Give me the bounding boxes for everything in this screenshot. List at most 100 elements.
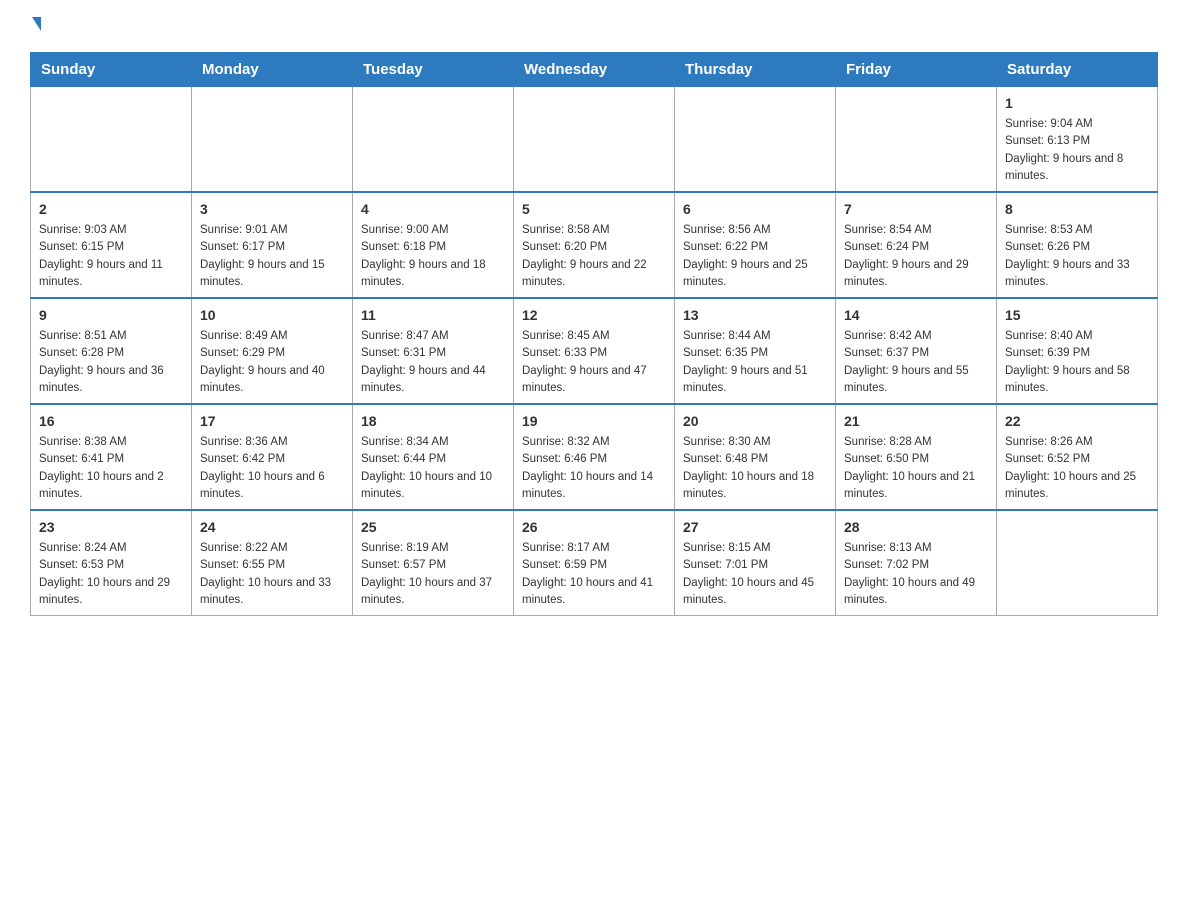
calendar-cell: 1Sunrise: 9:04 AM Sunset: 6:13 PM Daylig… <box>997 87 1158 193</box>
day-info: Sunrise: 8:22 AM Sunset: 6:55 PM Dayligh… <box>200 540 344 609</box>
calendar-cell: 26Sunrise: 8:17 AM Sunset: 6:59 PM Dayli… <box>514 510 675 616</box>
day-number: 28 <box>844 517 988 538</box>
day-of-week-header: Saturday <box>997 53 1158 87</box>
calendar-cell: 14Sunrise: 8:42 AM Sunset: 6:37 PM Dayli… <box>836 298 997 404</box>
day-number: 18 <box>361 411 505 432</box>
calendar-header-row: SundayMondayTuesdayWednesdayThursdayFrid… <box>31 53 1158 87</box>
calendar-cell: 20Sunrise: 8:30 AM Sunset: 6:48 PM Dayli… <box>675 404 836 510</box>
day-info: Sunrise: 8:40 AM Sunset: 6:39 PM Dayligh… <box>1005 328 1149 397</box>
calendar-cell: 2Sunrise: 9:03 AM Sunset: 6:15 PM Daylig… <box>31 192 192 298</box>
day-info: Sunrise: 8:19 AM Sunset: 6:57 PM Dayligh… <box>361 540 505 609</box>
calendar-cell: 11Sunrise: 8:47 AM Sunset: 6:31 PM Dayli… <box>353 298 514 404</box>
day-number: 19 <box>522 411 666 432</box>
day-info: Sunrise: 8:15 AM Sunset: 7:01 PM Dayligh… <box>683 540 827 609</box>
day-info: Sunrise: 8:47 AM Sunset: 6:31 PM Dayligh… <box>361 328 505 397</box>
calendar-cell <box>997 510 1158 616</box>
day-info: Sunrise: 9:00 AM Sunset: 6:18 PM Dayligh… <box>361 222 505 291</box>
day-number: 16 <box>39 411 183 432</box>
day-info: Sunrise: 8:36 AM Sunset: 6:42 PM Dayligh… <box>200 434 344 503</box>
calendar-table: SundayMondayTuesdayWednesdayThursdayFrid… <box>30 52 1158 616</box>
day-info: Sunrise: 9:04 AM Sunset: 6:13 PM Dayligh… <box>1005 116 1149 185</box>
calendar-week-row: 16Sunrise: 8:38 AM Sunset: 6:41 PM Dayli… <box>31 404 1158 510</box>
day-of-week-header: Friday <box>836 53 997 87</box>
calendar-cell: 25Sunrise: 8:19 AM Sunset: 6:57 PM Dayli… <box>353 510 514 616</box>
calendar-cell: 7Sunrise: 8:54 AM Sunset: 6:24 PM Daylig… <box>836 192 997 298</box>
calendar-cell: 13Sunrise: 8:44 AM Sunset: 6:35 PM Dayli… <box>675 298 836 404</box>
day-of-week-header: Tuesday <box>353 53 514 87</box>
calendar-cell <box>353 87 514 193</box>
calendar-cell: 12Sunrise: 8:45 AM Sunset: 6:33 PM Dayli… <box>514 298 675 404</box>
calendar-cell: 28Sunrise: 8:13 AM Sunset: 7:02 PM Dayli… <box>836 510 997 616</box>
calendar-cell <box>836 87 997 193</box>
day-number: 6 <box>683 199 827 220</box>
page-header <box>30 20 1158 34</box>
day-info: Sunrise: 8:44 AM Sunset: 6:35 PM Dayligh… <box>683 328 827 397</box>
day-number: 11 <box>361 305 505 326</box>
day-info: Sunrise: 9:03 AM Sunset: 6:15 PM Dayligh… <box>39 222 183 291</box>
calendar-cell: 19Sunrise: 8:32 AM Sunset: 6:46 PM Dayli… <box>514 404 675 510</box>
calendar-week-row: 9Sunrise: 8:51 AM Sunset: 6:28 PM Daylig… <box>31 298 1158 404</box>
day-info: Sunrise: 8:49 AM Sunset: 6:29 PM Dayligh… <box>200 328 344 397</box>
day-info: Sunrise: 8:56 AM Sunset: 6:22 PM Dayligh… <box>683 222 827 291</box>
day-info: Sunrise: 9:01 AM Sunset: 6:17 PM Dayligh… <box>200 222 344 291</box>
calendar-cell: 10Sunrise: 8:49 AM Sunset: 6:29 PM Dayli… <box>192 298 353 404</box>
day-info: Sunrise: 8:53 AM Sunset: 6:26 PM Dayligh… <box>1005 222 1149 291</box>
day-number: 21 <box>844 411 988 432</box>
calendar-cell: 21Sunrise: 8:28 AM Sunset: 6:50 PM Dayli… <box>836 404 997 510</box>
day-number: 17 <box>200 411 344 432</box>
calendar-cell <box>31 87 192 193</box>
day-number: 2 <box>39 199 183 220</box>
calendar-cell <box>514 87 675 193</box>
day-number: 26 <box>522 517 666 538</box>
day-number: 22 <box>1005 411 1149 432</box>
calendar-cell: 9Sunrise: 8:51 AM Sunset: 6:28 PM Daylig… <box>31 298 192 404</box>
day-of-week-header: Thursday <box>675 53 836 87</box>
day-number: 24 <box>200 517 344 538</box>
calendar-cell: 17Sunrise: 8:36 AM Sunset: 6:42 PM Dayli… <box>192 404 353 510</box>
day-info: Sunrise: 8:58 AM Sunset: 6:20 PM Dayligh… <box>522 222 666 291</box>
day-info: Sunrise: 8:38 AM Sunset: 6:41 PM Dayligh… <box>39 434 183 503</box>
day-info: Sunrise: 8:26 AM Sunset: 6:52 PM Dayligh… <box>1005 434 1149 503</box>
day-of-week-header: Sunday <box>31 53 192 87</box>
day-number: 27 <box>683 517 827 538</box>
day-info: Sunrise: 8:28 AM Sunset: 6:50 PM Dayligh… <box>844 434 988 503</box>
day-info: Sunrise: 8:42 AM Sunset: 6:37 PM Dayligh… <box>844 328 988 397</box>
day-info: Sunrise: 8:24 AM Sunset: 6:53 PM Dayligh… <box>39 540 183 609</box>
day-info: Sunrise: 8:45 AM Sunset: 6:33 PM Dayligh… <box>522 328 666 397</box>
day-number: 13 <box>683 305 827 326</box>
calendar-cell: 16Sunrise: 8:38 AM Sunset: 6:41 PM Dayli… <box>31 404 192 510</box>
day-info: Sunrise: 8:54 AM Sunset: 6:24 PM Dayligh… <box>844 222 988 291</box>
day-number: 15 <box>1005 305 1149 326</box>
day-number: 10 <box>200 305 344 326</box>
logo <box>30 20 41 34</box>
day-info: Sunrise: 8:32 AM Sunset: 6:46 PM Dayligh… <box>522 434 666 503</box>
calendar-cell: 24Sunrise: 8:22 AM Sunset: 6:55 PM Dayli… <box>192 510 353 616</box>
calendar-cell <box>192 87 353 193</box>
calendar-cell: 5Sunrise: 8:58 AM Sunset: 6:20 PM Daylig… <box>514 192 675 298</box>
day-number: 1 <box>1005 93 1149 114</box>
calendar-cell: 15Sunrise: 8:40 AM Sunset: 6:39 PM Dayli… <box>997 298 1158 404</box>
logo-triangle-icon <box>32 17 41 31</box>
day-number: 8 <box>1005 199 1149 220</box>
calendar-cell: 27Sunrise: 8:15 AM Sunset: 7:01 PM Dayli… <box>675 510 836 616</box>
day-info: Sunrise: 8:51 AM Sunset: 6:28 PM Dayligh… <box>39 328 183 397</box>
day-number: 3 <box>200 199 344 220</box>
calendar-cell: 22Sunrise: 8:26 AM Sunset: 6:52 PM Dayli… <box>997 404 1158 510</box>
day-number: 5 <box>522 199 666 220</box>
calendar-week-row: 23Sunrise: 8:24 AM Sunset: 6:53 PM Dayli… <box>31 510 1158 616</box>
day-number: 25 <box>361 517 505 538</box>
day-number: 14 <box>844 305 988 326</box>
day-number: 23 <box>39 517 183 538</box>
calendar-cell: 23Sunrise: 8:24 AM Sunset: 6:53 PM Dayli… <box>31 510 192 616</box>
day-of-week-header: Wednesday <box>514 53 675 87</box>
day-info: Sunrise: 8:13 AM Sunset: 7:02 PM Dayligh… <box>844 540 988 609</box>
calendar-week-row: 2Sunrise: 9:03 AM Sunset: 6:15 PM Daylig… <box>31 192 1158 298</box>
day-number: 12 <box>522 305 666 326</box>
day-of-week-header: Monday <box>192 53 353 87</box>
day-number: 9 <box>39 305 183 326</box>
calendar-cell: 3Sunrise: 9:01 AM Sunset: 6:17 PM Daylig… <box>192 192 353 298</box>
day-number: 20 <box>683 411 827 432</box>
calendar-cell: 6Sunrise: 8:56 AM Sunset: 6:22 PM Daylig… <box>675 192 836 298</box>
day-number: 7 <box>844 199 988 220</box>
calendar-cell: 18Sunrise: 8:34 AM Sunset: 6:44 PM Dayli… <box>353 404 514 510</box>
